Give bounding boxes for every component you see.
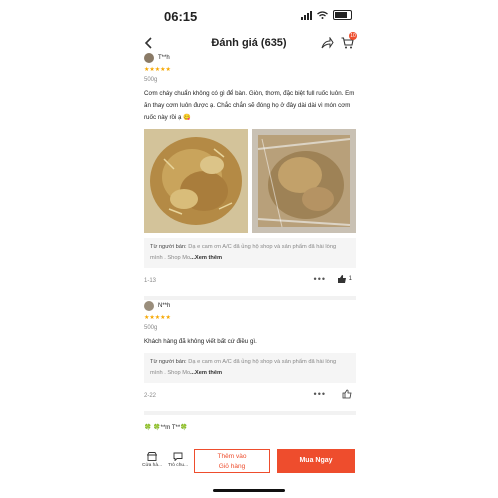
review-user: T**h: [144, 52, 356, 64]
home-indicator: [213, 489, 285, 492]
status-icons: [301, 10, 352, 20]
review-meta: 2-22 •••: [144, 389, 356, 405]
review-username: N**h: [158, 303, 171, 309]
review-variant: 500g: [144, 325, 158, 331]
buy-now-button[interactable]: Mua Ngay: [277, 449, 355, 473]
review-user: N**h: [144, 300, 356, 312]
more-dots-icon[interactable]: •••: [314, 389, 326, 399]
chat-button[interactable]: Trò chu...: [166, 452, 190, 468]
see-more-link[interactable]: ...Xem thêm: [190, 255, 222, 261]
chat-icon: [173, 452, 183, 461]
review-text: Khách hàng đã không viết bất cứ điều gì.: [144, 338, 257, 345]
wifi-icon: [317, 11, 328, 19]
review-photo[interactable]: [144, 129, 248, 233]
add-to-cart-label-line1: Thêm vào: [217, 453, 247, 460]
status-bar: 06:15: [140, 0, 358, 30]
thumbs-up-icon: [337, 275, 346, 283]
chat-label: Trò chu...: [167, 463, 189, 468]
review-username: T**h: [158, 55, 170, 61]
review-variant: 500g: [144, 77, 158, 83]
like-button[interactable]: [342, 389, 352, 399]
review-item: N**h ★★★★★ 500g Khách hàng đã không viết…: [144, 300, 356, 415]
review-date: 1-13: [144, 278, 157, 284]
shop-icon: [147, 452, 157, 461]
shop-label: Cửa hà...: [141, 463, 162, 468]
status-time: 06:15: [164, 9, 198, 24]
reviews-list[interactable]: T**h ★★★★★ 500g Cơm cháy chuẩn không có …: [140, 52, 358, 447]
rating-stars: ★★★★★: [144, 67, 171, 73]
add-to-cart-button[interactable]: Thêm vào Giỏ hàng: [194, 449, 270, 473]
seller-reply-prefix: Từ người bán:: [150, 244, 187, 250]
bottom-action-bar: Cửa hà... Trò chu... Thêm vào Giỏ hàng M…: [140, 446, 358, 478]
avatar: [144, 301, 154, 311]
review-item-partial: 🍀 🍀**m T**🍀: [144, 424, 188, 431]
like-button[interactable]: 1: [337, 274, 352, 284]
review-username: 🍀 🍀**m T**🍀: [144, 425, 188, 431]
battery-icon: [333, 10, 352, 20]
cellular-signal-icon: [301, 10, 312, 20]
avatar: [144, 53, 154, 63]
review-meta: 1-13 ••• 1: [144, 274, 356, 290]
review-photos: [144, 129, 356, 233]
rating-stars: ★★★★★: [144, 315, 171, 321]
thumbs-up-icon: [342, 389, 352, 399]
review-item: T**h ★★★★★ 500g Cơm cháy chuẩn không có …: [144, 52, 356, 300]
seller-reply: Từ người bán: Dạ e cam ơn A/C đã ủng hộ …: [144, 238, 356, 268]
review-date: 2-22: [144, 393, 157, 399]
seller-reply: Từ người bán: Dạ e cam ơn A/C đã ủng hộ …: [144, 353, 356, 383]
seller-reply-prefix: Từ người bán:: [150, 359, 187, 365]
review-text: Cơm cháy chuẩn không có gì để bàn. Giòn,…: [144, 90, 355, 121]
like-count: 1: [348, 276, 352, 282]
add-to-cart-label-line2: Giỏ hàng: [218, 463, 246, 470]
review-photo[interactable]: [252, 129, 356, 233]
divider: [144, 411, 356, 415]
see-more-link[interactable]: ...Xem thêm: [190, 370, 222, 376]
shop-button[interactable]: Cửa hà...: [140, 452, 164, 468]
more-dots-icon[interactable]: •••: [314, 274, 326, 284]
cart-badge: 10: [349, 32, 357, 40]
